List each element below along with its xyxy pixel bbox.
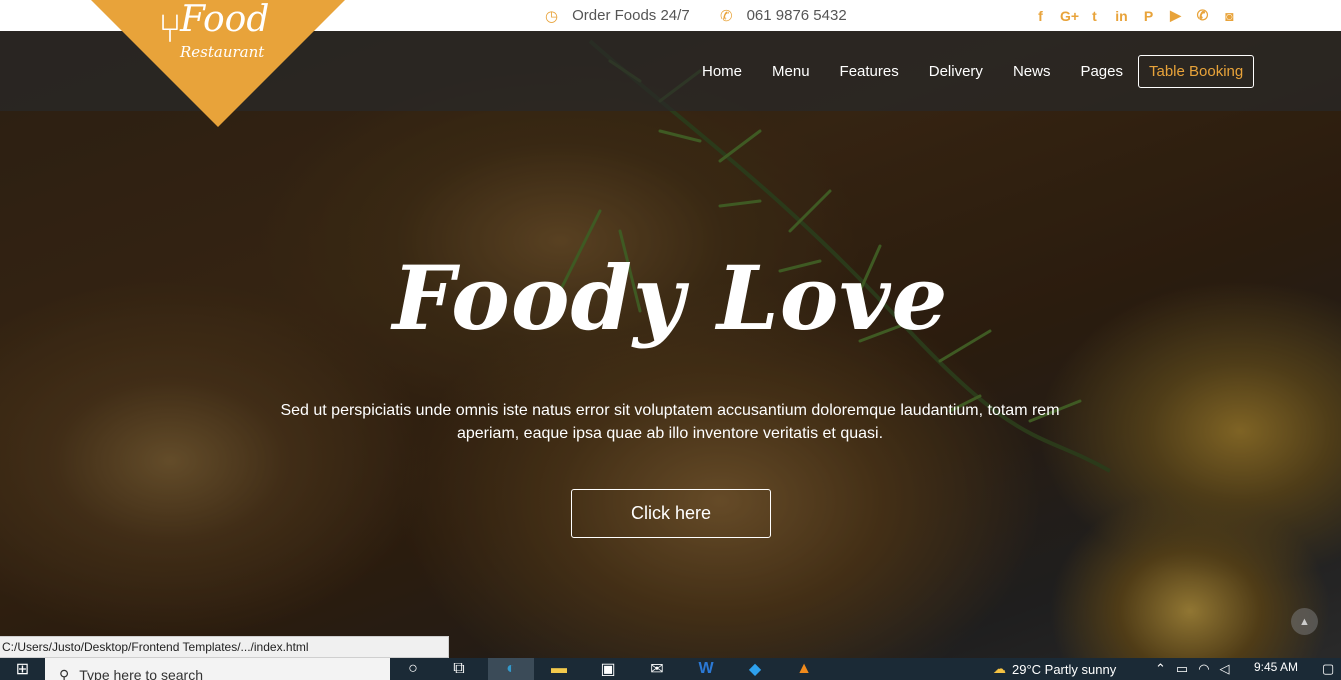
weather-icon: ☁ [993, 661, 1006, 676]
clock-icon: ◷ [545, 7, 559, 25]
google-plus-icon[interactable]: G+ [1060, 8, 1079, 24]
tray-chevron-icon[interactable]: ⌃ [1155, 661, 1166, 677]
cortana-icon[interactable]: ○ [390, 658, 436, 680]
order-info: ◷ Order Foods 24/7 [545, 0, 690, 31]
weather-widget[interactable]: ☁ 29°C Partly sunny [993, 658, 1116, 680]
nav-news[interactable]: News [1013, 63, 1051, 80]
battery-icon[interactable]: ▭ [1176, 661, 1188, 677]
store-icon[interactable]: ▣ [585, 658, 631, 680]
word-icon[interactable]: W [683, 658, 729, 680]
notifications-icon[interactable]: ▢ [1322, 658, 1334, 680]
task-view-icon[interactable]: ⧉ [436, 658, 482, 680]
logo-text-food: Food [180, 0, 270, 40]
wifi-icon[interactable]: ◠ [1198, 661, 1209, 677]
taskbar-search[interactable]: ⚲ Type here to search [45, 658, 390, 680]
fork-icon: ⑂ [158, 7, 182, 51]
status-bar-url: C:/Users/Justo/Desktop/Frontend Template… [0, 636, 449, 658]
nav-menu-link[interactable]: Menu [772, 63, 810, 80]
phone-text: 061 9876 5432 [746, 7, 847, 24]
windows-taskbar: ⊞ ⚲ Type here to search ○ ⧉ ◐ ▬ ▣ ✉ W ◆ … [0, 658, 1341, 680]
system-tray: ⌃ ▭ ◠ ◁ [1155, 658, 1230, 680]
scroll-to-top-button[interactable]: ▲ [1291, 608, 1318, 635]
nav-delivery[interactable]: Delivery [929, 63, 983, 80]
social-links: f G+ t in P ▶ ✆ ◙ [1033, 0, 1237, 31]
nav-home[interactable]: Home [702, 63, 742, 80]
instagram-icon[interactable]: ◙ [1222, 8, 1237, 24]
nav-menu: Home Menu Features Delivery News Pages T… [702, 31, 1284, 111]
volume-icon[interactable]: ◁ [1220, 661, 1230, 677]
hero-headline: Foody Love [392, 246, 949, 350]
search-placeholder: Type here to search [79, 667, 204, 680]
phone-info: ✆ 061 9876 5432 [720, 0, 847, 31]
nav-features[interactable]: Features [840, 63, 899, 80]
site-logo[interactable]: ⑂ Food Restaurant [158, 0, 278, 73]
phone-social-icon[interactable]: ✆ [1195, 7, 1210, 24]
twitter-icon[interactable]: t [1087, 8, 1102, 24]
youtube-icon[interactable]: ▶ [1168, 7, 1183, 24]
table-booking-button[interactable]: Table Booking [1138, 54, 1255, 88]
edge-icon[interactable]: ◐ [488, 658, 534, 680]
vlc-icon[interactable]: ▲ [781, 658, 827, 680]
search-icon: ⚲ [59, 667, 70, 680]
mail-icon[interactable]: ✉ [634, 658, 680, 680]
order-text: Order Foods 24/7 [572, 7, 690, 24]
windows-start-button[interactable]: ⊞ [0, 658, 45, 680]
file-explorer-icon[interactable]: ▬ [536, 658, 582, 680]
linkedin-icon[interactable]: in [1114, 8, 1129, 24]
click-here-button[interactable]: Click here [571, 489, 771, 538]
facebook-icon[interactable]: f [1033, 8, 1048, 24]
logo-text-restaurant: Restaurant [180, 43, 265, 61]
nav-pages[interactable]: Pages [1080, 63, 1123, 80]
weather-text: 29°C Partly sunny [1012, 661, 1117, 677]
phone-icon: ✆ [720, 7, 733, 25]
hero-subtext: Sed ut perspiciatis unde omnis iste natu… [280, 402, 1060, 442]
clock-time[interactable]: 9:45 AM [1254, 658, 1298, 676]
pinterest-icon[interactable]: P [1141, 8, 1156, 24]
vscode-icon[interactable]: ◆ [732, 658, 778, 680]
